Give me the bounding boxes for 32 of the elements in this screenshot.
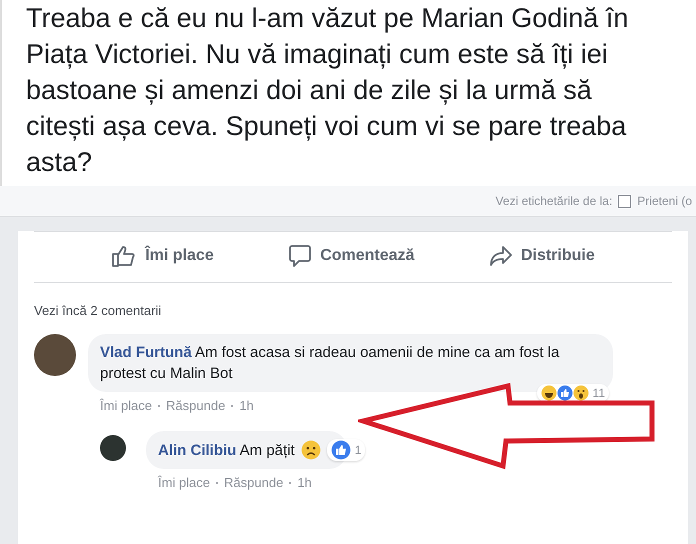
reply-link[interactable]: Răspunde xyxy=(166,398,226,413)
comment-button[interactable]: Comentează xyxy=(288,244,414,268)
tag-filter-label: Vezi etichetările de la: xyxy=(496,194,612,208)
like-button[interactable]: Îmi place xyxy=(111,244,214,268)
separator-dot xyxy=(158,404,160,406)
separator-dot xyxy=(216,482,218,484)
reaction-count[interactable]: 1 xyxy=(326,439,366,461)
reaction-count[interactable]: 11 xyxy=(536,384,609,402)
timestamp: 1h xyxy=(297,475,312,490)
timestamp: 1h xyxy=(239,398,254,413)
surprised-face-icon xyxy=(572,385,589,401)
share-arrow-icon xyxy=(488,245,513,267)
avatar xyxy=(34,334,76,376)
comment-text: Vlad Furtună Am fost acasa si radeau oamenii de mine ca am fost la protest cu Malin Bot xyxy=(100,343,560,384)
speech-bubble-icon xyxy=(288,244,312,268)
laughing-face-icon xyxy=(540,385,557,401)
friends-option[interactable]: Prieteni (o xyxy=(637,194,692,208)
like-link[interactable]: Îmi place xyxy=(158,475,210,490)
post-text: Treaba e că eu nu l-am văzut pe Marian Godină în Piața Victoriei. Nu vă imaginați cum este să îți iei bastoane și amenzi doi ani de zile și la urmă să citești așa ceva. Spuneți voi cum vi se pare treaba asta? xyxy=(26,2,630,179)
reply-link[interactable]: Răspunde xyxy=(224,475,284,490)
separator-dot xyxy=(289,482,292,484)
more-comments-link[interactable]: Vezi încă 2 comentarii xyxy=(34,303,672,318)
avatar xyxy=(100,435,126,461)
share-button[interactable]: Distribuie xyxy=(488,244,595,268)
sad-face-icon xyxy=(300,440,321,460)
thumbs-up-icon xyxy=(556,385,573,401)
checkbox[interactable] xyxy=(618,194,632,208)
separator-dot xyxy=(231,404,234,406)
thumbs-up-icon xyxy=(330,440,351,460)
comment-text: Alin Cilibiu Am pățit xyxy=(158,440,295,460)
like-link[interactable]: Îmi place xyxy=(100,398,152,413)
thumbs-up-icon xyxy=(111,244,138,268)
